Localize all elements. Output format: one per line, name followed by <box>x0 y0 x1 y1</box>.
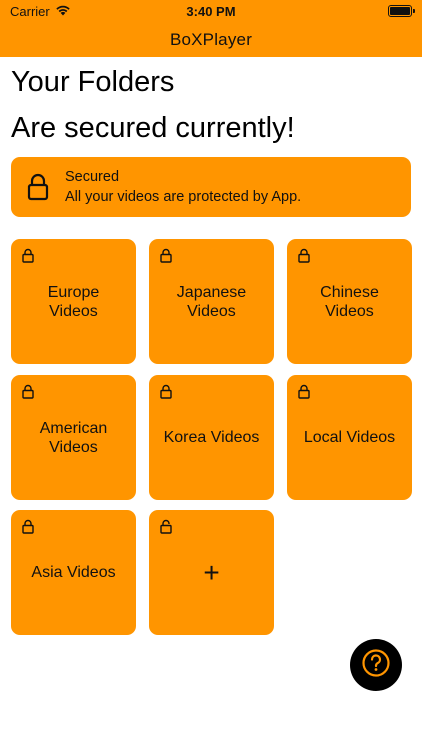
status-left: Carrier <box>10 4 71 19</box>
carrier-label: Carrier <box>10 3 50 19</box>
folder-tile-europe[interactable]: Europe Videos <box>11 239 136 364</box>
folder-tile-american[interactable]: American Videos <box>11 375 136 500</box>
question-mark-icon <box>361 648 391 683</box>
lock-icon <box>11 173 65 201</box>
battery-icon <box>388 5 415 17</box>
folder-label: Asia Videos <box>31 564 116 581</box>
banner-text: Secured All your videos are protected by… <box>65 169 301 205</box>
folder-tile-chinese[interactable]: Chinese Videos <box>287 239 412 364</box>
navigation-bar: BoXPlayer <box>0 22 422 57</box>
help-button[interactable] <box>350 639 402 691</box>
folder-label: American Videos <box>39 419 108 456</box>
folder-label: Japanese Videos <box>176 283 247 320</box>
folder-label: Korea Videos <box>163 429 260 446</box>
status-bar: Carrier 3:40 PM <box>0 0 422 22</box>
folder-tile-asia[interactable]: Asia Videos <box>11 510 136 635</box>
folder-tile-korea[interactable]: Korea Videos <box>149 375 274 500</box>
folder-label: Europe Videos <box>47 283 100 320</box>
folder-tile-local[interactable]: Local Videos <box>287 375 412 500</box>
banner-title: Secured <box>65 169 120 185</box>
folder-label: Chinese Videos <box>320 283 379 320</box>
security-status-banner[interactable]: Secured All your videos are protected by… <box>11 157 411 217</box>
wifi-icon <box>55 4 71 19</box>
app-title: BoXPlayer <box>169 29 253 49</box>
page-subtitle: Are secured currently! <box>11 112 295 144</box>
add-folder-tile[interactable]: + <box>149 510 274 635</box>
banner-subtitle: All your videos are protected by App. <box>65 189 302 205</box>
plus-icon: + <box>203 556 220 588</box>
folder-label: Local Videos <box>303 429 396 446</box>
folder-tile-japanese[interactable]: Japanese Videos <box>149 239 274 364</box>
page-title: Your Folders <box>11 66 175 98</box>
